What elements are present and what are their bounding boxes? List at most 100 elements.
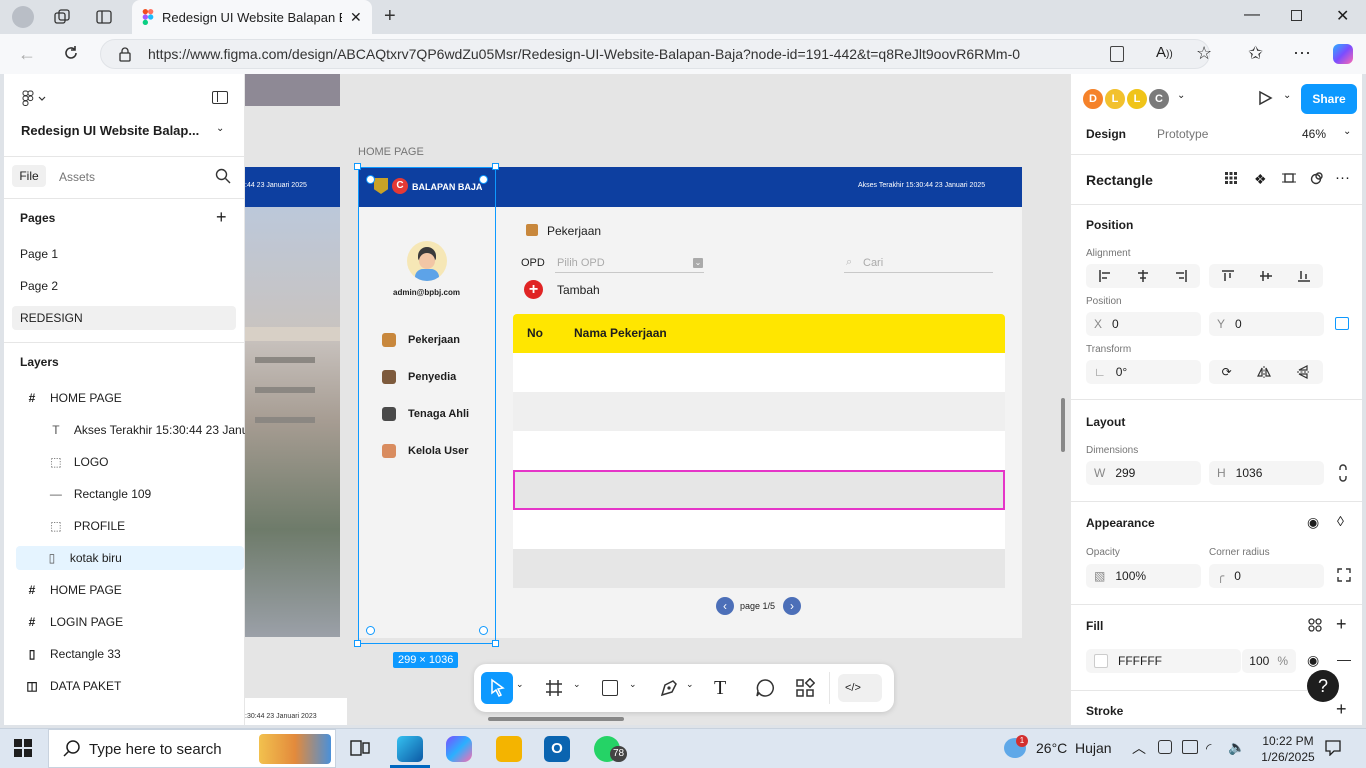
next-page-icon[interactable]: ›: [783, 597, 801, 615]
resize-handle[interactable]: [492, 640, 499, 647]
taskbar-search[interactable]: Type here to search: [48, 729, 336, 768]
opacity-input[interactable]: ▧ 100%: [1086, 564, 1201, 588]
align-center-icon[interactable]: [1136, 269, 1150, 283]
search-field[interactable]: ⌕ Cari: [844, 253, 993, 273]
crop-icon[interactable]: [1282, 171, 1296, 185]
remove-fill-icon[interactable]: —: [1337, 651, 1351, 667]
comment-tool-icon[interactable]: [755, 678, 775, 698]
canvas-scrollbar[interactable]: [1061, 398, 1065, 452]
rotation-input[interactable]: ∟ 0°: [1086, 360, 1201, 384]
y-input[interactable]: Y0: [1209, 312, 1324, 336]
blend-mode-icon[interactable]: ◊: [1337, 513, 1344, 529]
start-icon[interactable]: [14, 739, 32, 757]
layer-item[interactable]: ⬚ LOGO: [20, 450, 248, 474]
flip-horizontal-icon[interactable]: [1257, 365, 1272, 379]
actions-tool-icon[interactable]: [795, 678, 815, 698]
page-item[interactable]: Page 1: [20, 247, 58, 261]
align-left-icon[interactable]: [1098, 269, 1112, 283]
collaborator-avatar[interactable]: C: [1147, 87, 1171, 111]
rotate-90-icon[interactable]: ⟳: [1222, 365, 1232, 379]
add-fill-icon[interactable]: +: [1336, 614, 1347, 635]
canvas[interactable]: :44 23 Januari 2025 :30:44 23 Januari 20…: [245, 74, 1070, 725]
zoom-level[interactable]: 46%: [1302, 127, 1326, 141]
close-window-icon[interactable]: ✕: [1336, 6, 1349, 26]
add-icon[interactable]: +: [524, 280, 543, 299]
pen-tool-icon[interactable]: [659, 678, 679, 698]
copilot-app-icon[interactable]: [446, 736, 472, 762]
favorites-bar-icon[interactable]: ✩: [1248, 43, 1263, 64]
layer-item[interactable]: # LOGIN PAGE: [20, 610, 248, 634]
collaborator-avatar[interactable]: L: [1103, 87, 1127, 111]
weather-temp[interactable]: 26°C: [1036, 740, 1067, 756]
show-hidden-icons-icon[interactable]: ︿: [1132, 738, 1146, 758]
visibility-eye-icon[interactable]: ◉: [1307, 514, 1319, 531]
favorite-icon[interactable]: ☆: [1196, 43, 1212, 64]
tab-prototype[interactable]: Prototype: [1157, 127, 1208, 141]
url-text[interactable]: https://www.figma.com/design/ABCAQtxrv7Q…: [148, 46, 1020, 62]
workspaces-icon[interactable]: [54, 9, 70, 25]
resize-handle[interactable]: [354, 163, 361, 170]
display-icon[interactable]: [1182, 740, 1198, 754]
move-tool-icon[interactable]: [481, 672, 513, 704]
layer-item[interactable]: # HOME PAGE: [20, 386, 248, 410]
site-info-icon[interactable]: [118, 46, 132, 62]
present-chevron-icon[interactable]: ⌄: [1283, 90, 1291, 101]
text-tool-icon[interactable]: T: [714, 677, 726, 700]
corner-radius-handle[interactable]: [366, 175, 375, 184]
layer-item[interactable]: # HOME PAGE: [20, 578, 248, 602]
fill-swatch[interactable]: [1094, 654, 1108, 668]
file-menu-chevron-icon[interactable]: ⌄: [216, 123, 224, 134]
profile-icon[interactable]: [12, 6, 34, 28]
back-icon[interactable]: ←: [18, 44, 36, 65]
read-aloud-icon[interactable]: A)): [1156, 44, 1173, 61]
x-input[interactable]: X0: [1086, 312, 1201, 336]
fill-color-input[interactable]: FFFFFF: [1086, 649, 1241, 673]
collaborators[interactable]: DLLC: [1081, 87, 1171, 111]
layer-item[interactable]: ▯ Rectangle 33: [20, 642, 248, 666]
minimize-icon[interactable]: —: [1244, 6, 1260, 24]
copilot-icon[interactable]: [1333, 44, 1353, 64]
outlook-icon[interactable]: O: [544, 736, 570, 762]
tab-design[interactable]: Design: [1086, 127, 1126, 141]
align-bottom-icon[interactable]: [1297, 269, 1311, 283]
canvas-h-scrollbar[interactable]: [488, 717, 624, 721]
resize-handle[interactable]: [354, 640, 361, 647]
meet-icon[interactable]: [1158, 740, 1172, 754]
zoom-chevron-icon[interactable]: ⌄: [1343, 126, 1351, 137]
collaborator-avatar[interactable]: D: [1081, 87, 1105, 111]
figma-menu-icon[interactable]: [22, 90, 46, 106]
height-input[interactable]: H 1036: [1209, 461, 1324, 485]
selection-box[interactable]: [358, 167, 496, 644]
add-button-label[interactable]: Tambah: [557, 283, 600, 297]
edge-icon[interactable]: [397, 736, 423, 762]
clock-date[interactable]: 1/26/2025: [1258, 750, 1318, 764]
network-icon[interactable]: ◜: [1206, 740, 1211, 757]
layer-item[interactable]: ▯ kotak biru: [16, 546, 244, 570]
fill-styles-icon[interactable]: [1308, 618, 1322, 632]
chevron-down-icon[interactable]: ⌄: [573, 679, 581, 690]
search-icon[interactable]: [215, 168, 231, 184]
constrain-proportions-icon[interactable]: [1336, 464, 1350, 482]
notification-icon[interactable]: [1325, 740, 1341, 756]
prev-page-icon[interactable]: ‹: [716, 597, 734, 615]
create-component-icon[interactable]: ❖: [1254, 171, 1267, 188]
page-item[interactable]: Page 2: [20, 279, 58, 293]
maximize-icon[interactable]: [1291, 10, 1302, 21]
resize-handle[interactable]: [492, 163, 499, 170]
toggle-sidebar-icon[interactable]: [212, 91, 228, 104]
independent-corners-icon[interactable]: [1337, 568, 1351, 582]
component-grid-icon[interactable]: [1225, 172, 1237, 184]
opd-select[interactable]: Pilih OPD ⌄: [555, 253, 704, 273]
collaborators-chevron-icon[interactable]: ⌄: [1177, 90, 1185, 101]
refresh-icon[interactable]: [62, 44, 80, 62]
file-explorer-icon[interactable]: [496, 736, 522, 762]
weather-text[interactable]: Hujan: [1075, 740, 1112, 756]
browser-tab[interactable]: Redesign UI Website Balapan Baja ✕: [132, 0, 372, 34]
frame-tool-icon[interactable]: [544, 678, 564, 698]
fill-visibility-icon[interactable]: ◉: [1307, 652, 1319, 669]
tab-file[interactable]: File: [12, 165, 46, 187]
chevron-down-icon[interactable]: ⌄: [516, 679, 524, 690]
add-page-icon[interactable]: +: [216, 207, 227, 228]
align-top-icon[interactable]: [1221, 269, 1235, 283]
frame-label[interactable]: HOME PAGE: [358, 146, 424, 158]
